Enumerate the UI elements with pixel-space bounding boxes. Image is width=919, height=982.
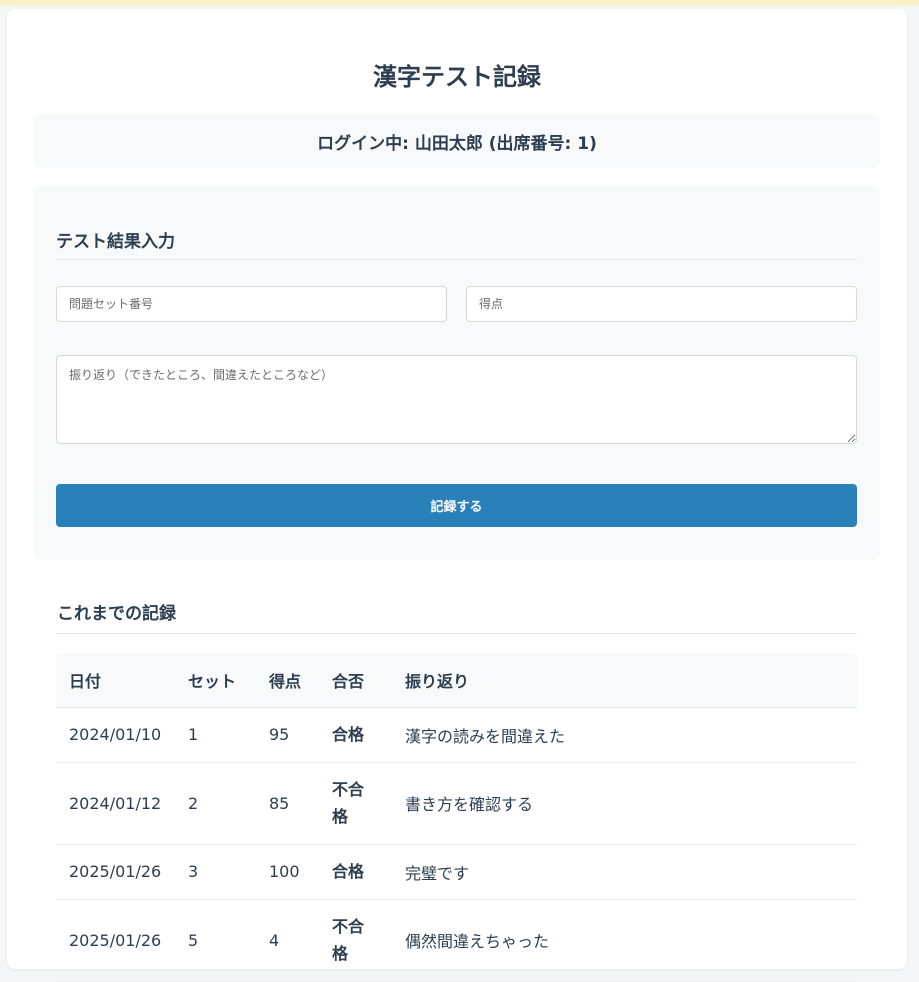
cell-result-pass: 合格 [319, 707, 392, 763]
header-result: 合否 [319, 653, 392, 708]
login-status-box: ログイン中: 山田太郎 (出席番号: 1) [34, 114, 880, 168]
cell-reflection: 書き方を確認する [392, 762, 857, 845]
header-reflection: 振り返り [392, 653, 857, 708]
header-score: 得点 [256, 653, 319, 708]
header-date: 日付 [56, 653, 175, 708]
cell-result-pass: 合格 [319, 844, 392, 900]
cell-date: 2025/01/26 [56, 844, 175, 900]
test-entry-form: テスト結果入力 記録する [34, 186, 880, 560]
cell-score: 100 [256, 844, 319, 900]
score-input[interactable] [466, 286, 857, 322]
records-section-divider [56, 633, 857, 634]
form-section-title: テスト結果入力 [56, 232, 175, 252]
cell-reflection: 完璧です [392, 844, 857, 900]
set-number-input[interactable] [56, 286, 447, 322]
header-set: セット [175, 653, 256, 708]
records-table: 日付 セット 得点 合否 振り返り 2024/01/10 1 95 合格 漢字の… [56, 653, 857, 982]
records-section-title: これまでの記録 [57, 604, 176, 624]
cell-set: 1 [175, 707, 256, 763]
cell-reflection: 漢字の読みを間違えた [392, 707, 857, 763]
cell-date: 2025/01/26 [56, 899, 175, 982]
submit-record-button[interactable]: 記録する [56, 484, 857, 527]
cell-score: 4 [256, 899, 319, 982]
table-header-row: 日付 セット 得点 合否 振り返り [56, 653, 857, 708]
table-row: 2025/01/26 5 4 不合格 偶然間違えちゃった [56, 899, 857, 982]
page-title: 漢字テスト記録 [373, 63, 541, 91]
cell-date: 2024/01/12 [56, 762, 175, 845]
login-status-text: ログイン中: 山田太郎 (出席番号: 1) [317, 133, 597, 154]
cell-set: 3 [175, 844, 256, 900]
table-row: 2024/01/10 1 95 合格 漢字の読みを間違えた [56, 707, 857, 763]
main-card: 漢字テスト記録 ログイン中: 山田太郎 (出席番号: 1) テスト結果入力 記録… [7, 9, 907, 982]
table-row: 2024/01/12 2 85 不合格 書き方を確認する [56, 762, 857, 845]
cell-score: 85 [256, 762, 319, 845]
cell-date: 2024/01/10 [56, 707, 175, 763]
top-banner-strip [0, 0, 919, 6]
cell-set: 2 [175, 762, 256, 845]
cell-result-fail: 不合格 [319, 762, 392, 845]
cell-reflection: 偶然間違えちゃった [392, 899, 857, 982]
table-row: 2025/01/26 3 100 合格 完璧です [56, 844, 857, 900]
cell-result-fail: 不合格 [319, 899, 392, 982]
cell-set: 5 [175, 899, 256, 982]
reflection-textarea[interactable] [56, 355, 857, 444]
cell-score: 95 [256, 707, 319, 763]
form-section-divider [56, 259, 857, 260]
